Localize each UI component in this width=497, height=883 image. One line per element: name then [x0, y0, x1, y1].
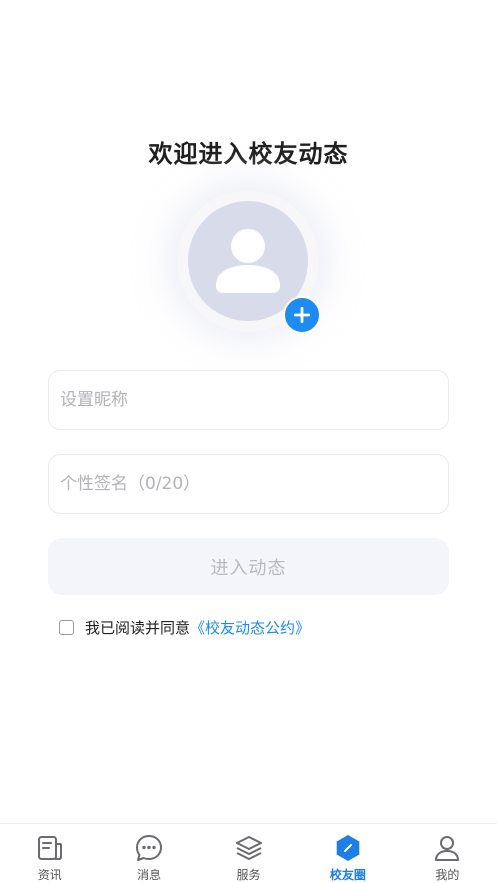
message-icon: [136, 835, 163, 861]
layers-icon: [235, 836, 262, 860]
enter-button[interactable]: 进入动态: [48, 538, 449, 595]
user-icon: [435, 836, 460, 861]
add-avatar-button[interactable]: [283, 296, 321, 334]
tab-services[interactable]: 服务: [199, 824, 298, 883]
signature-field-box: [48, 454, 449, 514]
nickname-field-box: [48, 370, 449, 430]
tab-news-label: 资讯: [37, 868, 62, 882]
alumni-circle-icon: [336, 835, 360, 861]
tab-profile[interactable]: 我的: [398, 824, 497, 883]
agreement-link[interactable]: 《校友动态公约》: [190, 617, 310, 638]
news-icon: [37, 836, 62, 860]
agreement-row: 我已阅读并同意 《校友动态公约》: [59, 616, 310, 638]
tab-news[interactable]: 资讯: [0, 824, 99, 883]
tab-profile-label: 我的: [435, 868, 460, 882]
bottom-tab-bar: 资讯 消息 服务 校友圈 我的: [0, 823, 497, 883]
nickname-input[interactable]: [49, 371, 448, 429]
tab-alumni-circle[interactable]: 校友圈: [298, 824, 397, 883]
plus-icon: [294, 307, 310, 323]
tab-services-label: 服务: [236, 868, 261, 882]
agreement-checkbox[interactable]: [59, 619, 74, 635]
tab-messages-label: 消息: [137, 868, 162, 882]
signature-input[interactable]: [49, 455, 448, 513]
tab-alumni-circle-label: 校友圈: [329, 868, 366, 882]
tab-messages[interactable]: 消息: [99, 824, 198, 883]
agreement-text: 我已阅读并同意: [85, 618, 191, 637]
page-title: 欢迎进入校友动态: [148, 140, 349, 168]
